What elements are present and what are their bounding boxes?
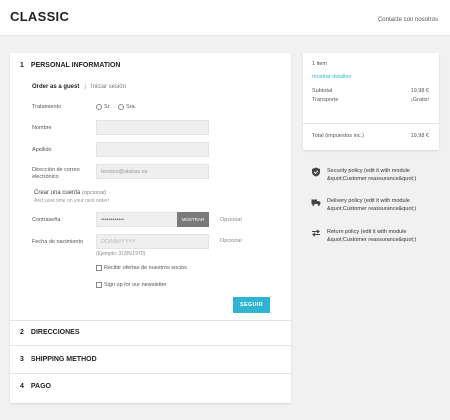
step-personal-information[interactable]: 1 PERSONAL INFORMATION: [20, 62, 120, 69]
tab-divider: |: [84, 84, 86, 90]
return-policy: Return policy (edit it with module &quot…: [327, 229, 417, 243]
login-tabs: Order as a guest | Iniciar sesión: [32, 84, 126, 90]
contact-link[interactable]: Contacte con nosotros: [378, 17, 438, 23]
cart-summary: 1 item mostrar detalles Subtotal 19,98 €…: [303, 53, 439, 150]
email-input[interactable]: tecnico@alabaz.es: [96, 164, 209, 179]
create-account-heading: Crear una cuenta (opcional): [34, 190, 107, 196]
shield-icon: [312, 167, 320, 177]
radio-mrs-label: Sra.: [126, 104, 137, 110]
shipping-value: ¡Gratis!: [410, 97, 429, 103]
create-account-subtitle: And save time on your next order!: [34, 198, 110, 204]
radio-mr[interactable]: [96, 104, 102, 110]
shipping-label: Transporte: [312, 97, 339, 103]
password-optional: Opcional: [220, 217, 242, 223]
step-divider: [10, 373, 291, 374]
cart-divider: [303, 123, 439, 124]
newsletter-checkbox[interactable]: [96, 282, 102, 288]
offers-checkbox[interactable]: [96, 265, 102, 271]
birthdate-optional: Opcional: [220, 238, 242, 244]
logo[interactable]: CLASSIC: [10, 9, 69, 24]
continue-button[interactable]: SEGUIR: [233, 297, 270, 313]
step-divider: [10, 320, 291, 321]
security-policy: Security policy (edit it with module &qu…: [327, 168, 417, 182]
header: CLASSIC Contacte con nosotros: [0, 0, 450, 36]
birthdate-input[interactable]: DD/MM/YYYY: [96, 234, 209, 249]
password-input[interactable]: ••••••••••••: [96, 212, 178, 227]
surname-input[interactable]: [96, 142, 209, 157]
tab-guest[interactable]: Order as a guest: [32, 84, 79, 90]
title-label: Tratamiento: [32, 104, 62, 110]
show-details-link[interactable]: mostrar detalles: [312, 74, 351, 80]
total-label: Total (impuestos inc.): [312, 133, 364, 139]
subtotal-value: 19,98 €: [410, 88, 429, 94]
tab-login[interactable]: Iniciar sesión: [91, 84, 126, 90]
delivery-policy: Delivery policy (edit it with module &qu…: [327, 198, 417, 212]
show-password-button[interactable]: MOSTRAR: [177, 212, 209, 227]
step-addresses[interactable]: 2 DIRECCIONES: [20, 329, 80, 336]
password-label: Contraseña: [32, 217, 61, 223]
radio-mrs[interactable]: [118, 104, 124, 110]
email-label: Dirección de correo electrónico: [32, 167, 80, 180]
name-input[interactable]: [96, 120, 209, 135]
name-label: Nombre: [32, 125, 52, 131]
birthdate-label: Fecha de nacimiento: [32, 239, 84, 245]
arrows-icon: [312, 229, 320, 237]
step-payment[interactable]: 4 PAGO: [20, 383, 51, 390]
truck-icon: [311, 199, 321, 206]
cart-item-count: 1 item: [312, 61, 327, 67]
offers-checkbox-label: Recibir ofertas de nuestros socios: [104, 265, 187, 271]
radio-mr-label: Sr.: [104, 104, 111, 110]
newsletter-checkbox-label: Sign up for our newsletter: [104, 282, 167, 288]
surname-label: Apellido: [32, 147, 52, 153]
step-shipping-method[interactable]: 3 SHIPPING METHOD: [20, 356, 97, 363]
total-value: 19,98 €: [410, 133, 429, 139]
step-divider: [10, 345, 291, 346]
birthdate-hint: (Ejemplo: 31/05/1970): [96, 251, 146, 257]
subtotal-label: Subtotal: [312, 88, 333, 94]
